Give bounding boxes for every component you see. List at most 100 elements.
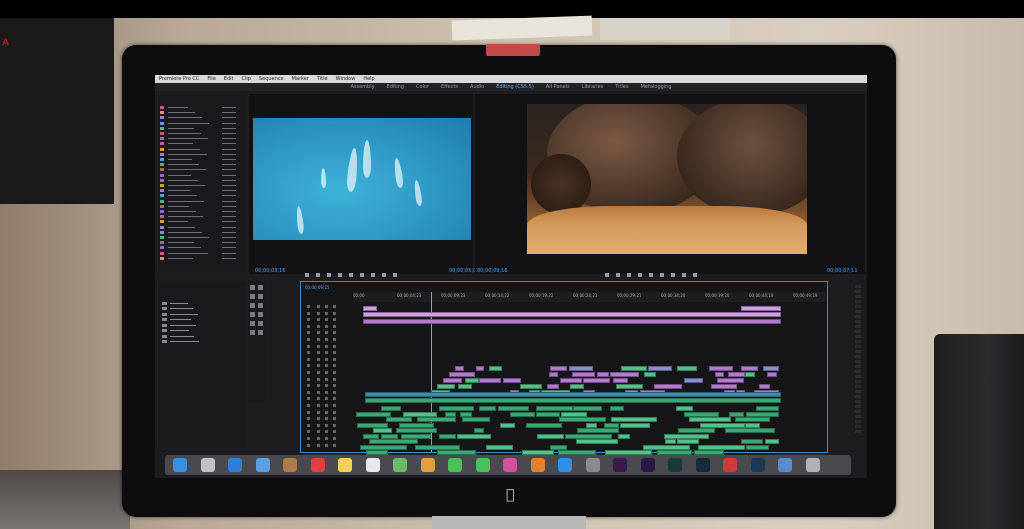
transport-button[interactable] [305, 273, 309, 277]
audio-clip[interactable] [576, 439, 619, 444]
audio-clip[interactable] [745, 444, 770, 450]
lightroom-icon[interactable] [695, 458, 710, 472]
menu-item[interactable]: Title [317, 75, 328, 83]
premiere-icon[interactable] [613, 458, 627, 472]
audio-clip[interactable] [565, 433, 612, 439]
audio-clip[interactable] [401, 433, 431, 439]
track-header[interactable] [303, 436, 351, 442]
app-store-icon[interactable] [558, 458, 572, 472]
menu-item[interactable]: Help [363, 75, 374, 83]
transport-button[interactable] [327, 273, 331, 277]
video-clip[interactable] [597, 372, 610, 377]
creative-cloud-icon[interactable] [723, 458, 737, 472]
transport-button[interactable] [682, 273, 686, 277]
tool-button[interactable] [250, 312, 255, 317]
audio-clip[interactable] [665, 439, 676, 444]
transport-button[interactable] [671, 273, 675, 277]
safari-icon[interactable] [228, 458, 242, 472]
folder-icon[interactable] [778, 458, 792, 472]
video-clip[interactable] [654, 384, 682, 389]
audio-clip[interactable] [439, 433, 457, 439]
workspace-tab[interactable]: All Panels [546, 83, 570, 91]
track-header[interactable] [303, 403, 351, 409]
video-clip[interactable] [475, 366, 485, 371]
audio-clip[interactable] [699, 422, 745, 428]
transport-button[interactable] [360, 273, 364, 277]
audio-clip[interactable] [439, 406, 474, 411]
audio-clip[interactable] [369, 439, 419, 444]
tool-button[interactable] [250, 303, 255, 308]
transport-button[interactable] [349, 273, 353, 277]
audio-clip[interactable] [664, 433, 710, 439]
transport-button[interactable] [627, 273, 631, 277]
effects-folder[interactable] [162, 323, 196, 327]
track-header[interactable] [303, 416, 351, 422]
audio-clip[interactable] [689, 417, 731, 422]
transport-button[interactable] [649, 273, 653, 277]
photoshop-icon[interactable] [750, 458, 765, 472]
video-clip[interactable] [479, 378, 502, 383]
menu-item[interactable]: Window [336, 75, 356, 83]
audio-clip[interactable] [676, 439, 700, 444]
track-header[interactable] [303, 423, 351, 429]
tool-button[interactable] [250, 321, 255, 326]
video-clip[interactable] [684, 378, 703, 383]
facetime-icon[interactable] [475, 458, 490, 472]
track-header[interactable] [303, 317, 351, 323]
video-clip[interactable] [710, 384, 738, 389]
track-header[interactable] [303, 363, 351, 369]
track-header[interactable] [303, 390, 351, 396]
video-clip[interactable] [716, 378, 745, 383]
finder-icon[interactable] [173, 458, 187, 472]
audio-clip[interactable] [620, 422, 650, 428]
audio-clip[interactable] [445, 411, 456, 417]
video-clip[interactable] [612, 378, 628, 383]
audio-clip[interactable] [609, 406, 624, 411]
workspace-tab[interactable]: Effects [441, 83, 458, 91]
effects-folder[interactable] [162, 334, 194, 338]
audio-clip[interactable] [486, 444, 513, 450]
transport-button[interactable] [605, 273, 609, 277]
video-clip[interactable] [458, 384, 472, 389]
effects-folder[interactable] [162, 329, 189, 333]
after-effects-icon[interactable] [640, 458, 655, 472]
mail-icon[interactable] [255, 458, 270, 472]
video-clip[interactable] [546, 384, 560, 389]
tool-button[interactable] [258, 294, 263, 299]
track-header[interactable] [303, 350, 351, 356]
transport-button[interactable] [693, 273, 697, 277]
audio-clip[interactable] [617, 433, 631, 439]
audio-clip[interactable] [395, 428, 438, 433]
audio-clip[interactable] [381, 433, 399, 439]
track-header[interactable] [303, 396, 351, 402]
audio-clip[interactable] [499, 422, 516, 428]
effects-folder[interactable] [162, 307, 193, 311]
video-clip[interactable] [745, 372, 755, 377]
video-clip[interactable] [676, 366, 698, 371]
video-clip[interactable] [569, 384, 584, 389]
video-clip[interactable] [741, 306, 781, 311]
menu-item[interactable]: Clip [241, 75, 250, 83]
video-clip[interactable] [443, 378, 462, 383]
menu-item[interactable]: Premiere Pro CC [159, 75, 199, 83]
workspace-tab[interactable]: Metalogging [641, 83, 672, 91]
workspace-tab[interactable]: Titles [615, 83, 628, 91]
audio-clip[interactable] [536, 411, 560, 417]
audio-clip[interactable] [365, 392, 781, 397]
workspace-tab[interactable]: Editing [387, 83, 404, 91]
video-clip[interactable] [621, 366, 647, 371]
tool-button[interactable] [258, 312, 263, 317]
transport-button[interactable] [393, 273, 397, 277]
audio-clip[interactable] [365, 398, 781, 403]
audio-clip[interactable] [745, 422, 761, 428]
video-clip[interactable] [363, 319, 781, 324]
audio-clip[interactable] [462, 417, 490, 422]
messages-icon[interactable] [448, 458, 462, 472]
track-header[interactable] [303, 377, 351, 383]
transport-button[interactable] [638, 273, 642, 277]
track-header[interactable] [303, 330, 351, 336]
tool-button[interactable] [258, 303, 263, 308]
audio-clip[interactable] [740, 439, 763, 444]
launchpad-icon[interactable] [200, 458, 215, 472]
audio-clip[interactable] [678, 428, 716, 433]
